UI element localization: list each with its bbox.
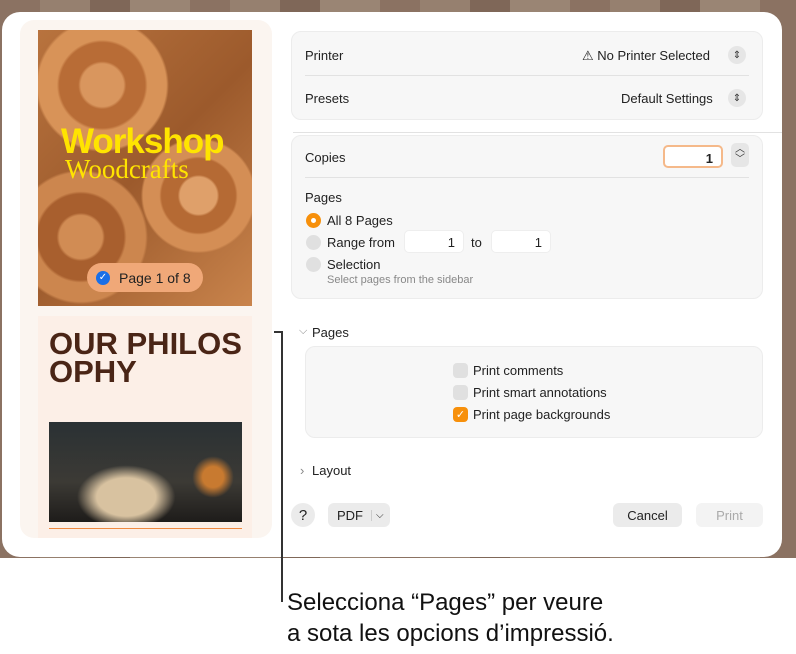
presets-updown-icon[interactable]: ⇕ <box>728 89 746 107</box>
printer-value: No Printer Selected <box>597 48 711 63</box>
selection-label: Selection <box>327 257 381 272</box>
all-pages-label: All 8 Pages <box>327 213 393 228</box>
checkmark-icon: ✓ <box>96 270 110 285</box>
callout-caption: Selecciona “Pages” per veure a sota les o… <box>287 587 614 649</box>
printer-updown-icon[interactable]: ⇕ <box>728 46 746 64</box>
presets-label: Presets <box>305 91 350 106</box>
print-page-backgrounds-label: Print page backgrounds <box>473 407 611 422</box>
caption-line-2: a sota les opcions d’impressió. <box>287 620 614 647</box>
pages-section-toggle[interactable]: Pages <box>312 325 349 340</box>
pdf-label: PDF <box>337 507 363 523</box>
cover-subtitle: Woodcrafts <box>65 154 189 184</box>
chevron-down-icon: ⌵ <box>371 509 384 521</box>
chevron-right-icon[interactable]: › <box>300 463 304 478</box>
copies-input[interactable]: 1 <box>663 145 723 168</box>
workshop-photo <box>49 422 242 522</box>
presets-select[interactable]: Default Settings <box>621 91 713 106</box>
range-to-label: to <box>471 235 482 250</box>
page-badge-label: Page 1 of 8 <box>119 269 191 286</box>
page2-heading: OUR PHILOSOPHY <box>49 326 242 389</box>
page-thumbnails-sidebar: Workshop Woodcrafts ✓ Page 1 of 8 OUR PHI… <box>20 20 272 538</box>
help-button[interactable]: ? <box>291 503 315 527</box>
warning-icon: ⚠ <box>582 48 594 63</box>
print-dialog: Workshop Woodcrafts ✓ Page 1 of 8 OUR PHI… <box>2 12 782 557</box>
divider <box>49 528 242 529</box>
selection-hint: Select pages from the sidebar <box>327 274 474 286</box>
printer-label: Printer <box>305 48 344 63</box>
print-smart-annotations-label: Print smart annotations <box>473 385 607 400</box>
range-from-input[interactable]: 1 <box>404 230 464 253</box>
print-page-backgrounds-checkbox[interactable]: ✓ <box>453 407 468 422</box>
radio-all-pages[interactable] <box>306 213 321 228</box>
pages-label: Pages <box>305 190 342 205</box>
print-comments-label: Print comments <box>473 363 564 378</box>
radio-selection[interactable] <box>306 257 321 272</box>
page-thumbnail-2[interactable]: OUR PHILOSOPHY <box>38 316 252 538</box>
callout-line <box>281 331 283 602</box>
print-comments-checkbox[interactable] <box>453 363 468 378</box>
printer-select[interactable]: ⚠ No Printer Selected <box>582 48 710 64</box>
page-thumbnail-1[interactable]: Workshop Woodcrafts ✓ Page 1 of 8 <box>38 30 252 306</box>
page-selected-badge[interactable]: ✓ Page 1 of 8 <box>87 263 203 292</box>
copies-label: Copies <box>305 150 346 165</box>
chevron-down-icon[interactable]: ⌵ <box>299 325 307 338</box>
copies-stepper[interactable]: ︿ ﹀ <box>731 143 749 167</box>
layout-section-toggle[interactable]: Layout <box>312 463 351 478</box>
print-button[interactable]: Print <box>696 503 763 527</box>
pdf-menu-button[interactable]: PDF ⌵ <box>328 503 390 527</box>
print-smart-annotations-checkbox[interactable] <box>453 385 468 400</box>
range-to-input[interactable]: 1 <box>491 230 551 253</box>
caption-line-1: Selecciona “Pages” per veure <box>287 589 604 616</box>
cancel-button[interactable]: Cancel <box>613 503 682 527</box>
radio-range[interactable] <box>306 235 321 250</box>
range-label: Range from <box>327 235 395 250</box>
